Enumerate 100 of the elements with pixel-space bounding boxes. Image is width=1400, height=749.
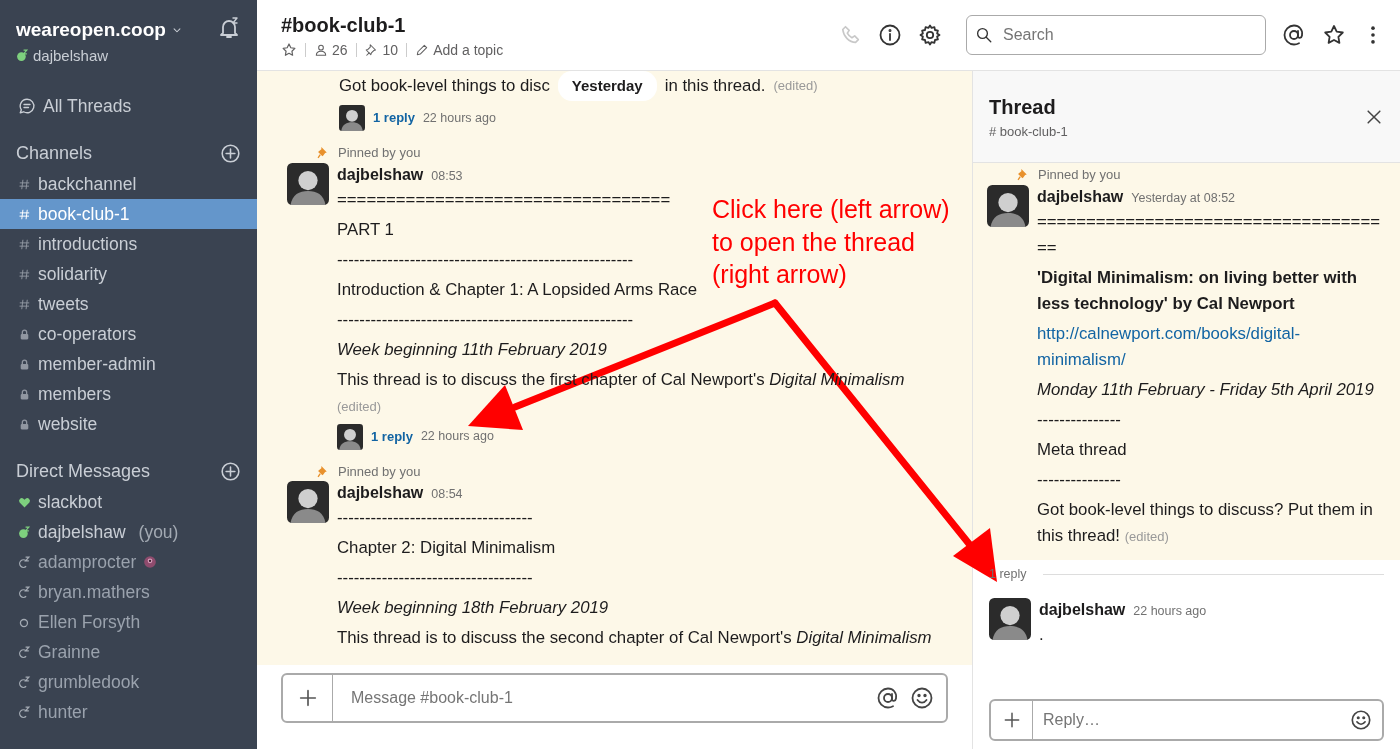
message-text: . xyxy=(1039,623,1044,646)
add-message-icon[interactable] xyxy=(220,460,241,482)
lock-icon xyxy=(18,357,31,371)
direct-message-item[interactable]: Grainne xyxy=(0,637,257,667)
message-text: This thread is to discuss the second chapter of Cal Newport's Digital Minimalism xyxy=(337,627,932,649)
message-text: Chapter 2: Digital Minimalism xyxy=(337,537,556,559)
reply-time: 22 hours ago xyxy=(420,428,494,446)
author-name[interactable]: dajbelshaw xyxy=(1037,184,1124,209)
add-channel-icon[interactable] xyxy=(220,142,241,164)
annotation-text: Click here (left arrow) to open the thread (right arrow) xyxy=(712,194,950,290)
channel-item[interactable]: introductions xyxy=(0,229,257,259)
channel-title: #book-club-1 xyxy=(281,12,407,38)
message-text: Introduction & Chapter 1: A Lopsided Arms Race xyxy=(337,278,698,301)
channel-item[interactable]: co-operators xyxy=(0,319,257,349)
star-icon[interactable] xyxy=(281,42,297,58)
avatar xyxy=(287,162,329,205)
message-link[interactable]: http://calnewport.com/books/digital-minimalism/ xyxy=(1037,320,1380,373)
direct-message-item[interactable]: adamprocter xyxy=(0,547,257,577)
direct-message-item[interactable]: bryan.mathers xyxy=(0,577,257,607)
threads-icon xyxy=(18,97,36,115)
pinned-count[interactable]: 10 xyxy=(364,39,399,61)
thread-channel[interactable]: # book-club-1 xyxy=(989,121,1068,142)
reply-count-link[interactable]: 1 reply xyxy=(371,426,413,447)
channel-item[interactable]: backchannel xyxy=(0,169,257,199)
message-composer[interactable]: Message #book-club-1 xyxy=(281,673,948,723)
date-divider: Yesterday xyxy=(557,71,657,101)
avatar xyxy=(339,105,365,131)
avatar xyxy=(989,597,1031,640)
hash-icon xyxy=(18,267,31,281)
member-count[interactable]: 26 xyxy=(314,39,348,61)
message-text: ----------------------------------- xyxy=(337,507,533,529)
direct-message-item[interactable]: dajbelshaw (you) xyxy=(0,517,257,547)
search-icon xyxy=(975,26,993,44)
message-text: ----------------------------------------------------- xyxy=(337,308,634,331)
message-text: Week beginning 11th February 2019 xyxy=(337,338,607,361)
message-text: Meta thread xyxy=(1037,438,1127,461)
pushpin-icon xyxy=(317,146,330,160)
hash-icon xyxy=(18,177,31,191)
settings-icon[interactable] xyxy=(918,23,942,47)
direct-message-item[interactable]: slackbot xyxy=(0,487,257,517)
lock-icon xyxy=(18,327,31,341)
message-text: in this thread. xyxy=(664,75,766,97)
direct-message-item[interactable]: grumbledook xyxy=(0,667,257,697)
star-icon[interactable] xyxy=(1322,23,1346,47)
user-name: dajbelshaw xyxy=(33,45,109,66)
message-text: Got book-level things to discuss? Put them in this thread! (edited) xyxy=(1037,498,1374,547)
reply-count-link[interactable]: 1 reply xyxy=(373,108,415,128)
message-input[interactable]: Message #book-club-1 xyxy=(349,685,876,711)
info-icon[interactable] xyxy=(878,23,902,47)
avatar xyxy=(987,184,1029,227)
channel-item[interactable]: tweets xyxy=(0,289,257,319)
hash-icon xyxy=(18,207,31,221)
message-time: Yesterday at 08:52 xyxy=(1131,189,1236,207)
message-time: 22 hours ago xyxy=(1133,602,1207,620)
channel-item[interactable]: member-admin xyxy=(0,349,257,379)
pushpin-icon xyxy=(1017,168,1030,182)
hash-icon xyxy=(18,297,31,311)
reply-count: 1 reply xyxy=(989,566,1027,584)
message-text: Got book-level things to disc xyxy=(339,75,550,97)
direct-message-item[interactable]: hunter xyxy=(0,697,257,727)
channel-item[interactable]: members xyxy=(0,379,257,409)
pencil-icon xyxy=(415,43,430,57)
edited-label: (edited) xyxy=(1124,528,1169,544)
author-name[interactable]: dajbelshaw xyxy=(1039,597,1126,622)
add-topic-link[interactable]: Add a topic xyxy=(415,39,504,61)
you-label: (you) xyxy=(138,520,179,544)
message-text: Monday 11th February - Friday 5th April 2019 xyxy=(1037,378,1374,401)
direct-message-item[interactable]: Ellen Forsyth xyxy=(0,607,257,637)
lock-icon xyxy=(18,387,31,401)
section-heading[interactable]: Direct Messages xyxy=(16,457,151,485)
pinned-label: Pinned by you xyxy=(338,462,421,481)
message-time: 08:53 xyxy=(431,167,463,185)
mentions-icon[interactable] xyxy=(1282,23,1306,47)
author-name[interactable]: dajbelshaw xyxy=(337,481,424,505)
mention-icon[interactable] xyxy=(876,686,900,710)
pinned-label: Pinned by you xyxy=(1038,166,1121,184)
section-heading[interactable]: Channels xyxy=(16,139,93,167)
all-threads-link[interactable]: All Threads xyxy=(0,91,257,121)
author-name[interactable]: dajbelshaw xyxy=(337,162,424,187)
notification-bell-icon[interactable] xyxy=(217,16,241,40)
lock-icon xyxy=(18,417,31,431)
message-text: PART 1 xyxy=(337,218,394,241)
hash-icon xyxy=(18,237,31,251)
search-bar[interactable]: Search xyxy=(966,15,1266,55)
channel-item[interactable]: solidarity xyxy=(0,259,257,289)
reply-input[interactable]: Reply… xyxy=(1041,707,1350,733)
workspace-name[interactable]: weareopen.coop xyxy=(16,16,166,45)
channel-item[interactable]: website xyxy=(0,409,257,439)
avatar xyxy=(337,423,363,450)
message-text: 'Digital Minimalism: on living better with less technology' by Cal Newport xyxy=(1037,266,1359,315)
emoji-icon[interactable] xyxy=(910,686,934,710)
edited-label: (edited) xyxy=(337,398,382,414)
edited-label: (edited) xyxy=(773,77,818,95)
thread-title: Thread xyxy=(989,94,1057,120)
reply-composer[interactable]: Reply… xyxy=(989,699,1384,741)
avatar xyxy=(287,481,329,523)
pushpin-icon xyxy=(317,464,330,478)
emoji-icon[interactable] xyxy=(1350,709,1372,731)
message-text: ----------------------------------------------------- xyxy=(337,248,634,271)
pinned-label: Pinned by you xyxy=(338,144,421,162)
